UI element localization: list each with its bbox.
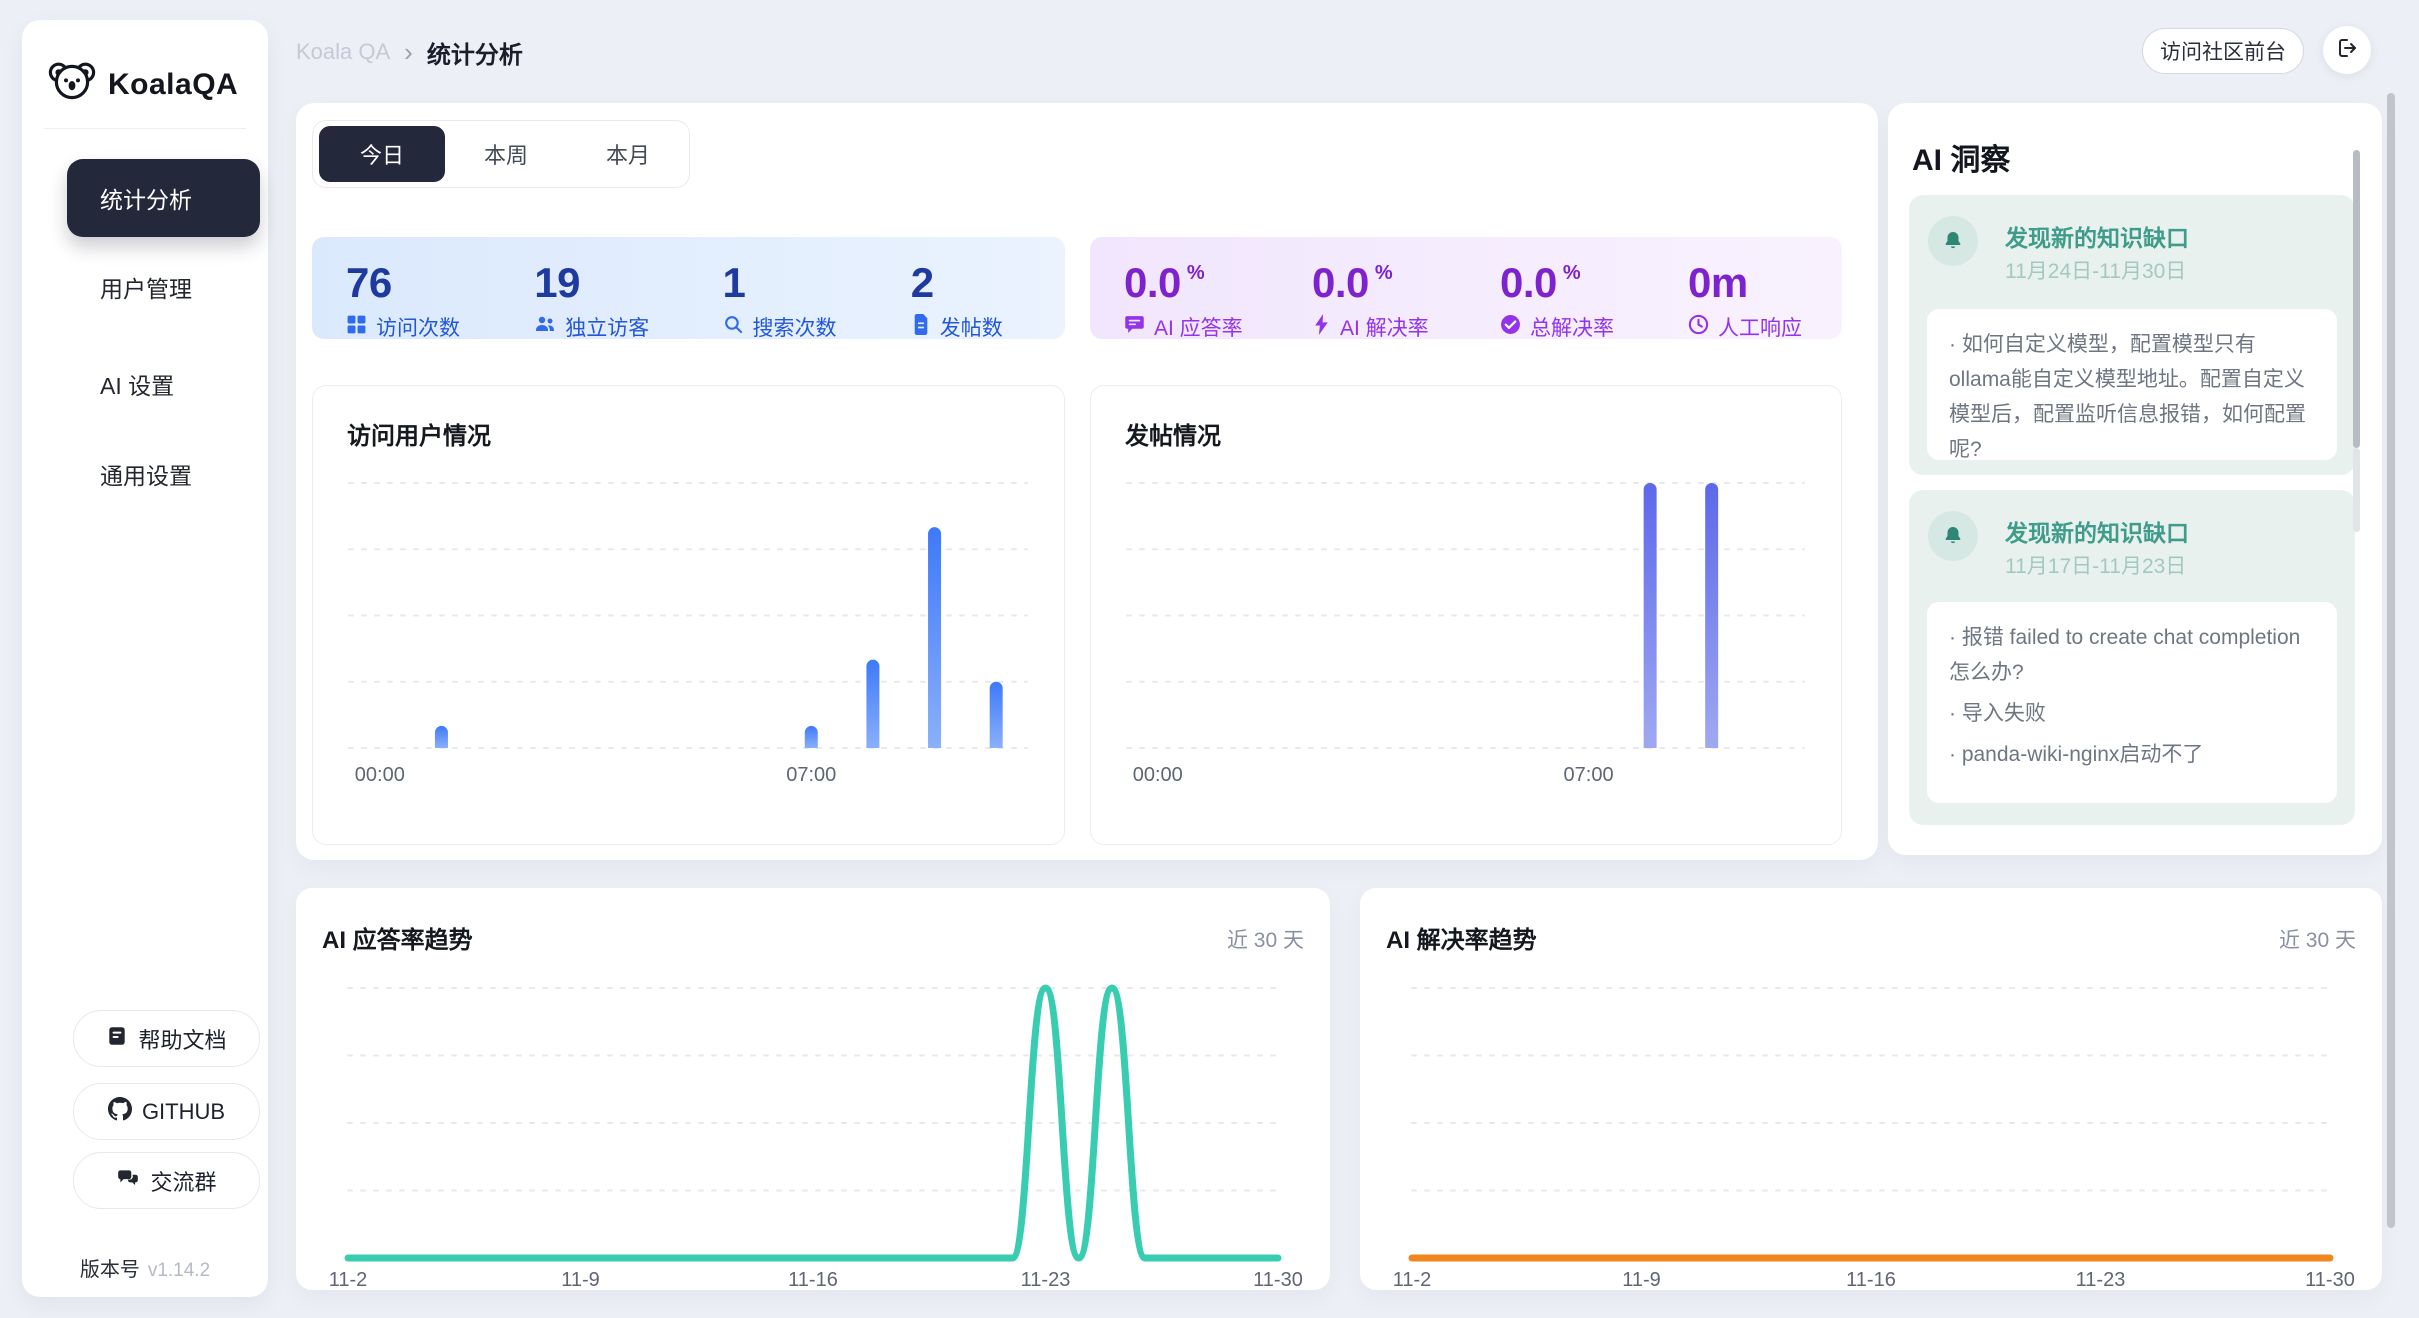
traffic-stats-group: 76 访问次数 19 独立访客 1 搜索次数: [312, 237, 1065, 339]
version-row: 版本号 v1.14.2: [22, 1253, 268, 1282]
stat-human-response: 0m 人工响应: [1654, 237, 1842, 339]
svg-text:11-30: 11-30: [2305, 1269, 2355, 1290]
stat-visits: 76 访问次数: [312, 237, 500, 339]
ai-answer-trend-card: AI 应答率趋势 近 30 天 11-211-911-1611-2311-30: [296, 888, 1330, 1290]
stat-total-solve-rate: 0.0% 总解决率: [1466, 237, 1654, 339]
svg-text:11-9: 11-9: [561, 1269, 600, 1290]
svg-text:11-2: 11-2: [1393, 1269, 1432, 1290]
stat-ai-solve-rate: 0.0% AI 解决率: [1278, 237, 1466, 339]
ai-solve-trend-chart: 11-2 11-9 11-16 11-23 11-30: [1360, 888, 2382, 1290]
svg-text:00:00: 00:00: [355, 764, 405, 786]
ai-stats-group: 0.0% AI 应答率 0.0% AI 解决率 0.0% 总解决率: [1090, 237, 1842, 339]
insight-card: 发现新的知识缺口 11月17日-11月23日 · 报错 failed to cr…: [1909, 490, 2355, 825]
posts-bar-chart: 00:00 07:00: [1091, 386, 1840, 843]
document-icon: [911, 314, 931, 341]
sidebar-item-ai-settings[interactable]: AI 设置: [67, 345, 260, 423]
breadcrumb-root[interactable]: Koala QA: [296, 39, 390, 65]
visits-chart-card: 访问用户情况 00:0007:00: [312, 385, 1065, 845]
visit-community-button[interactable]: 访问社区前台: [2142, 28, 2304, 74]
logout-icon: [2335, 36, 2359, 65]
svg-text:11-16: 11-16: [788, 1269, 838, 1290]
sidebar: KoalaQA 统计分析 用户管理 AI 设置 通用设置 帮助文档 GITHUB: [22, 20, 268, 1297]
sidebar-divider: [44, 128, 246, 129]
clock-icon: [1688, 314, 1709, 341]
grid-icon: [346, 314, 367, 341]
chevron-right-icon: ›: [404, 41, 413, 63]
breadcrumb-current: 统计分析: [427, 35, 523, 70]
ai-insights-panel: AI 洞察 发现新的知识缺口 11月24日-11月30日 · 如何自定义模型，配…: [1888, 103, 2382, 855]
svg-text:11-16: 11-16: [1846, 1269, 1896, 1290]
insight-card-body: · 如何自定义模型，配置模型只有ollama能自定义模型地址。配置自定义模型后，…: [1927, 309, 2337, 460]
users-icon: [534, 313, 556, 341]
svg-text:00:00: 00:00: [1133, 764, 1183, 786]
logout-button[interactable]: [2323, 26, 2371, 74]
ai-answer-trend-chart: 11-2 11-9 11-16 11-23 11-30: [296, 888, 1330, 1290]
stat-posts: 2 发帖数: [877, 237, 1065, 339]
svg-text:07:00: 07:00: [786, 764, 836, 786]
sidebar-item-statistics[interactable]: 统计分析: [67, 159, 260, 237]
chat-bubbles-icon: [116, 1166, 140, 1196]
insight-card-date: 11月17日-11月23日: [2005, 550, 2186, 580]
insights-scrollbar-thumb[interactable]: [2353, 150, 2360, 448]
page: KoalaQA 统计分析 用户管理 AI 设置 通用设置 帮助文档 GITHUB: [0, 0, 2419, 1318]
sidebar-item-general-settings[interactable]: 通用设置: [67, 435, 260, 513]
posts-chart-card: 发帖情况 00:0007:00: [1090, 385, 1842, 845]
insight-card: 发现新的知识缺口 11月24日-11月30日 · 如何自定义模型，配置模型只有o…: [1909, 195, 2355, 475]
svg-text:11-30: 11-30: [1253, 1269, 1303, 1290]
bolt-icon: [1312, 314, 1331, 341]
visits-bar-chart: 00:00 07:00: [313, 386, 1063, 843]
ai-solve-trend-card: AI 解决率趋势 近 30 天 11-211-911-1611-2311-30: [1360, 888, 2382, 1290]
tab-this-week[interactable]: 本周: [445, 126, 567, 182]
logo-text: KoalaQA: [108, 68, 238, 102]
tab-this-month[interactable]: 本月: [567, 126, 689, 182]
book-icon: [106, 1025, 128, 1053]
stat-unique-visitors: 19 独立访客: [500, 237, 688, 339]
stats-panel: 今日 本周 本月 76 访问次数 19 独立访客 1: [296, 103, 1878, 860]
logo: KoalaQA: [48, 58, 238, 111]
insight-card-date: 11月24日-11月30日: [2005, 255, 2186, 285]
breadcrumb: Koala QA › 统计分析: [296, 36, 523, 68]
insight-card-title: 发现新的知识缺口: [2005, 514, 2189, 548]
insight-card-body: · 报错 failed to create chat completion 怎么…: [1927, 602, 2337, 803]
svg-text:11-9: 11-9: [1622, 1269, 1661, 1290]
svg-text:11-23: 11-23: [1021, 1269, 1071, 1290]
version-value: v1.14.2: [148, 1260, 210, 1281]
version-label: 版本号: [80, 1259, 140, 1281]
svg-text:07:00: 07:00: [1564, 764, 1614, 786]
tab-today[interactable]: 今日: [319, 126, 445, 182]
help-docs-button[interactable]: 帮助文档: [73, 1010, 260, 1067]
insight-card-title: 发现新的知识缺口: [2005, 219, 2189, 253]
insights-scrollbar-track[interactable]: [2353, 448, 2360, 532]
stat-ai-answer-rate: 0.0% AI 应答率: [1090, 237, 1278, 339]
svg-text:11-23: 11-23: [2076, 1269, 2126, 1290]
svg-text:11-2: 11-2: [329, 1269, 368, 1290]
period-tabbar: 今日 本周 本月: [312, 120, 690, 188]
check-circle-icon: [1500, 314, 1521, 341]
community-chat-button[interactable]: 交流群: [73, 1152, 260, 1209]
github-button[interactable]: GITHUB: [73, 1083, 260, 1140]
search-icon: [723, 314, 744, 341]
insights-title: AI 洞察: [1912, 135, 2010, 179]
github-icon: [108, 1097, 132, 1127]
page-scrollbar[interactable]: [2387, 93, 2395, 1228]
sidebar-item-users[interactable]: 用户管理: [67, 248, 260, 326]
koala-logo-icon: [48, 58, 96, 111]
stat-searches: 1 搜索次数: [689, 237, 877, 339]
bell-icon: [1928, 216, 1978, 266]
bell-icon: [1928, 511, 1978, 561]
chat-icon: [1124, 314, 1145, 341]
